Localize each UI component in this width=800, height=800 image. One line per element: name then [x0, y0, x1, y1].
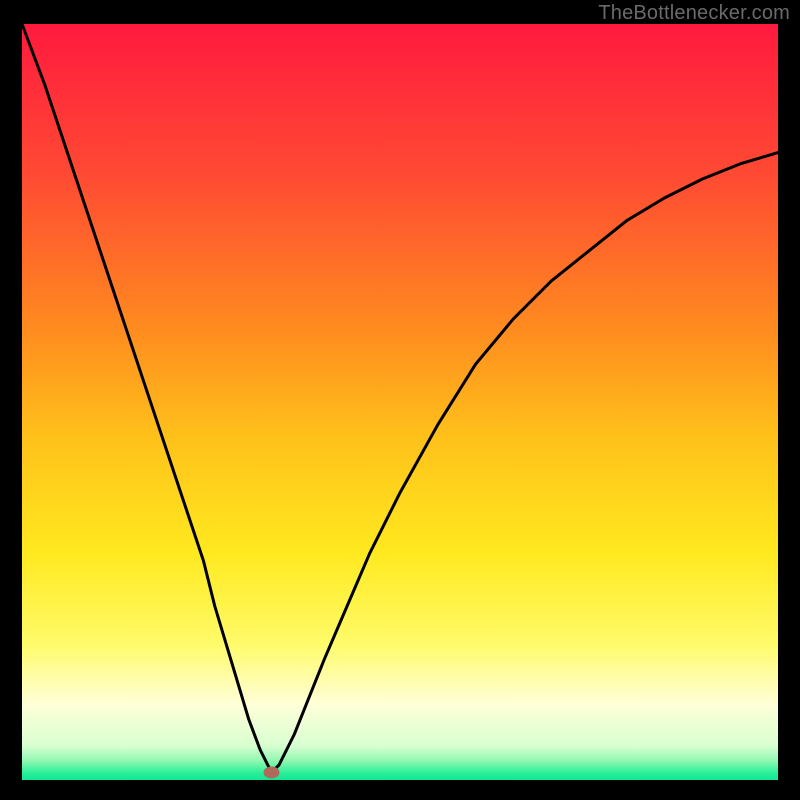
chart-container: TheBottlenecker.com: [0, 0, 800, 800]
plot-area: [22, 24, 778, 780]
chart-svg: [22, 24, 778, 780]
gradient-background: [22, 24, 778, 780]
optimum-marker: [263, 766, 279, 778]
watermark-text: TheBottlenecker.com: [598, 2, 790, 25]
